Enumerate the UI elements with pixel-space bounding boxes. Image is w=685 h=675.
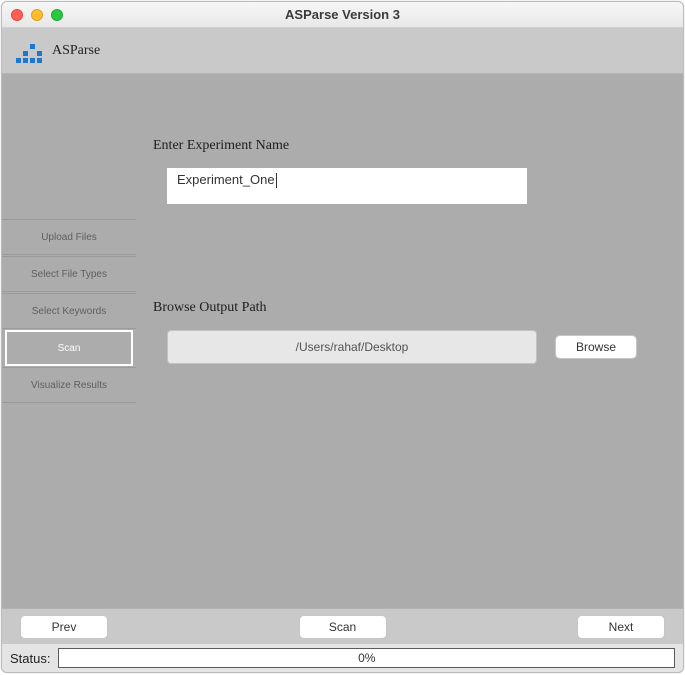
window-title: ASParse Version 3 (2, 7, 683, 22)
experiment-name-value: Experiment_One (177, 172, 275, 187)
progress-text: 0% (358, 651, 375, 665)
scan-button[interactable]: Scan (299, 615, 387, 639)
prev-button[interactable]: Prev (20, 615, 108, 639)
main-area: Upload Files Select File Types Select Ke… (2, 74, 683, 608)
status-bar: Status: 0% (2, 644, 683, 672)
progress-bar: 0% (58, 648, 675, 668)
output-path-row: /Users/rahaf/Desktop Browse (167, 330, 657, 364)
close-icon[interactable] (11, 9, 23, 21)
minimize-icon[interactable] (31, 9, 43, 21)
window-controls (11, 9, 63, 21)
app-logo-icon (16, 39, 42, 63)
sidebar-item-select-keywords[interactable]: Select Keywords (2, 293, 136, 329)
output-path-value: /Users/rahaf/Desktop (296, 340, 409, 354)
app-window: ASParse Version 3 ASParse Upload Files S… (1, 1, 684, 673)
status-label: Status: (10, 651, 50, 666)
footer-nav: Prev Scan Next (2, 608, 683, 644)
browse-button[interactable]: Browse (555, 335, 637, 359)
experiment-name-input[interactable]: Experiment_One (167, 168, 527, 204)
content-panel: Enter Experiment Name Experiment_One Bro… (137, 74, 683, 608)
sidebar: Upload Files Select File Types Select Ke… (2, 74, 137, 608)
sidebar-item-upload-files[interactable]: Upload Files (2, 219, 136, 255)
experiment-name-label: Enter Experiment Name (153, 138, 657, 154)
output-path-display: /Users/rahaf/Desktop (167, 330, 537, 364)
sidebar-item-visualize-results[interactable]: Visualize Results (2, 367, 136, 403)
app-name: ASParse (52, 43, 100, 59)
output-path-label: Browse Output Path (153, 300, 657, 316)
sidebar-item-select-file-types[interactable]: Select File Types (2, 256, 136, 292)
sidebar-item-scan[interactable]: Scan (5, 330, 133, 366)
titlebar: ASParse Version 3 (2, 2, 683, 28)
maximize-icon[interactable] (51, 9, 63, 21)
next-button[interactable]: Next (577, 615, 665, 639)
experiment-name-wrapper: Experiment_One (153, 168, 657, 204)
brand-bar: ASParse (2, 28, 683, 74)
